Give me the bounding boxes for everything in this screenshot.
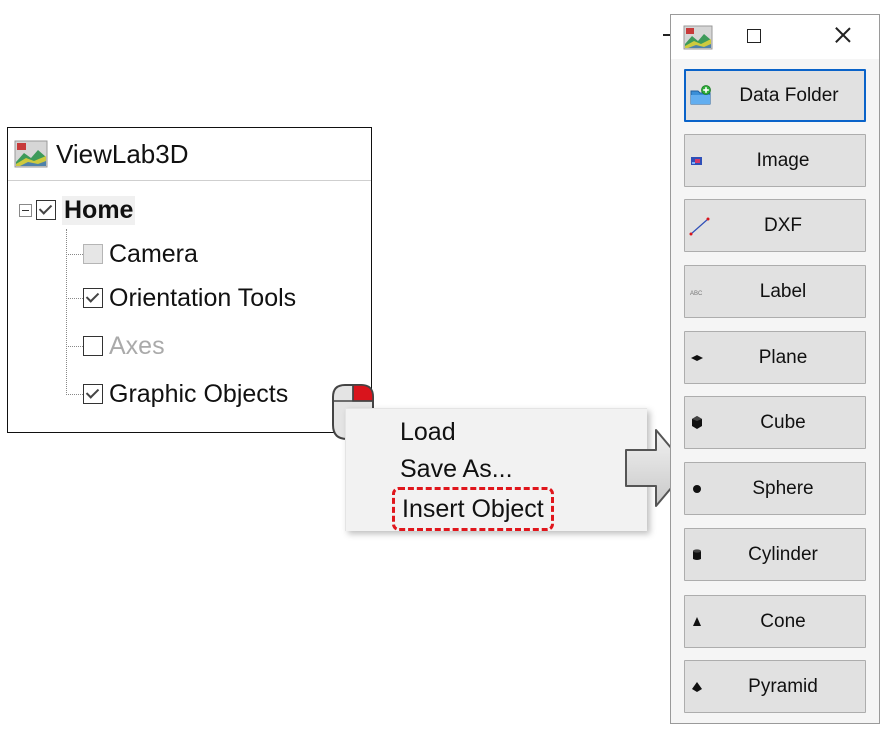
menu-item-save-as[interactable]: Save As... bbox=[400, 455, 513, 484]
tree-node-label: Graphic Objects bbox=[109, 379, 289, 408]
context-menu: Load Save As... Insert Object bbox=[345, 408, 647, 531]
pyramid-button[interactable]: Pyramid bbox=[684, 660, 866, 713]
tree-node-axes[interactable]: Axes bbox=[83, 328, 165, 364]
tree-connector bbox=[66, 346, 83, 347]
tree-connector bbox=[66, 298, 83, 299]
tool-label: Pyramid bbox=[748, 675, 818, 697]
collapse-toggle-icon[interactable] bbox=[19, 203, 32, 217]
tool-label: DXF bbox=[764, 214, 802, 236]
sphere-icon bbox=[693, 484, 701, 493]
cone-button[interactable]: Cone bbox=[684, 595, 866, 648]
tree-node-label: Home bbox=[62, 195, 136, 225]
tool-label: Image bbox=[756, 149, 810, 171]
home-checkbox[interactable] bbox=[36, 200, 56, 220]
viewlab3d-app-icon bbox=[14, 140, 48, 168]
object-tree-panel: ViewLab3D Home Camera Orientation Tools … bbox=[7, 127, 372, 433]
graphic-objects-checkbox[interactable] bbox=[83, 384, 103, 404]
cylinder-icon bbox=[693, 548, 701, 560]
tree-node-graphic-objects[interactable]: Graphic Objects bbox=[83, 376, 288, 412]
close-icon[interactable] bbox=[831, 23, 855, 47]
cylinder-button[interactable]: Cylinder bbox=[684, 528, 866, 581]
dxf-line-icon bbox=[689, 217, 710, 235]
tree-node-label: Orientation Tools bbox=[109, 283, 297, 312]
tool-label: Cone bbox=[760, 610, 806, 632]
folder-add-icon bbox=[690, 84, 711, 104]
tree-node-home[interactable]: Home bbox=[19, 192, 136, 228]
tree-header: ViewLab3D bbox=[8, 128, 371, 181]
pyramid-icon bbox=[692, 681, 702, 692]
sphere-button[interactable]: Sphere bbox=[684, 462, 866, 515]
tree-node-camera[interactable]: Camera bbox=[83, 236, 198, 272]
tree-connector bbox=[66, 394, 83, 395]
tool-label: Sphere bbox=[752, 477, 814, 499]
camera-checkbox[interactable] bbox=[83, 244, 103, 264]
plane-button[interactable]: Plane bbox=[684, 331, 866, 384]
menu-item-insert-object[interactable]: Insert Object bbox=[392, 487, 554, 531]
menu-item-load[interactable]: Load bbox=[400, 418, 456, 447]
data-folder-button[interactable]: Data Folder bbox=[684, 69, 866, 122]
dxf-button[interactable]: DXF bbox=[684, 199, 866, 252]
insert-object-toolbox-window: Data Folder Image DXF ABC Label Plane Cu… bbox=[670, 14, 880, 724]
cone-icon bbox=[693, 616, 701, 626]
orientation-tools-checkbox[interactable] bbox=[83, 288, 103, 308]
maximize-icon[interactable] bbox=[747, 29, 761, 43]
image-icon bbox=[691, 156, 702, 165]
tree-title: ViewLab3D bbox=[56, 138, 189, 169]
tool-label: Cube bbox=[760, 411, 806, 433]
axes-checkbox[interactable] bbox=[83, 336, 103, 356]
window-edge-mark bbox=[663, 34, 670, 36]
plane-icon bbox=[691, 354, 703, 361]
tool-label: Data Folder bbox=[739, 84, 839, 106]
tool-label: Plane bbox=[758, 346, 808, 368]
tree-node-orientation-tools[interactable]: Orientation Tools bbox=[83, 280, 296, 316]
tree-node-label: Axes bbox=[109, 331, 165, 360]
viewlab3d-app-icon bbox=[683, 25, 713, 50]
label-button[interactable]: ABC Label bbox=[684, 265, 866, 318]
tool-label: Label bbox=[759, 280, 807, 302]
cube-icon bbox=[692, 415, 702, 429]
tree-connector bbox=[66, 254, 83, 255]
label-text-icon: ABC bbox=[690, 291, 703, 297]
cube-button[interactable]: Cube bbox=[684, 396, 866, 449]
svg-text:ABC: ABC bbox=[690, 291, 703, 297]
image-button[interactable]: Image bbox=[684, 134, 866, 187]
toolbox-titlebar bbox=[671, 15, 879, 59]
tool-label: Cylinder bbox=[748, 543, 818, 565]
tree-node-label: Camera bbox=[109, 239, 198, 268]
